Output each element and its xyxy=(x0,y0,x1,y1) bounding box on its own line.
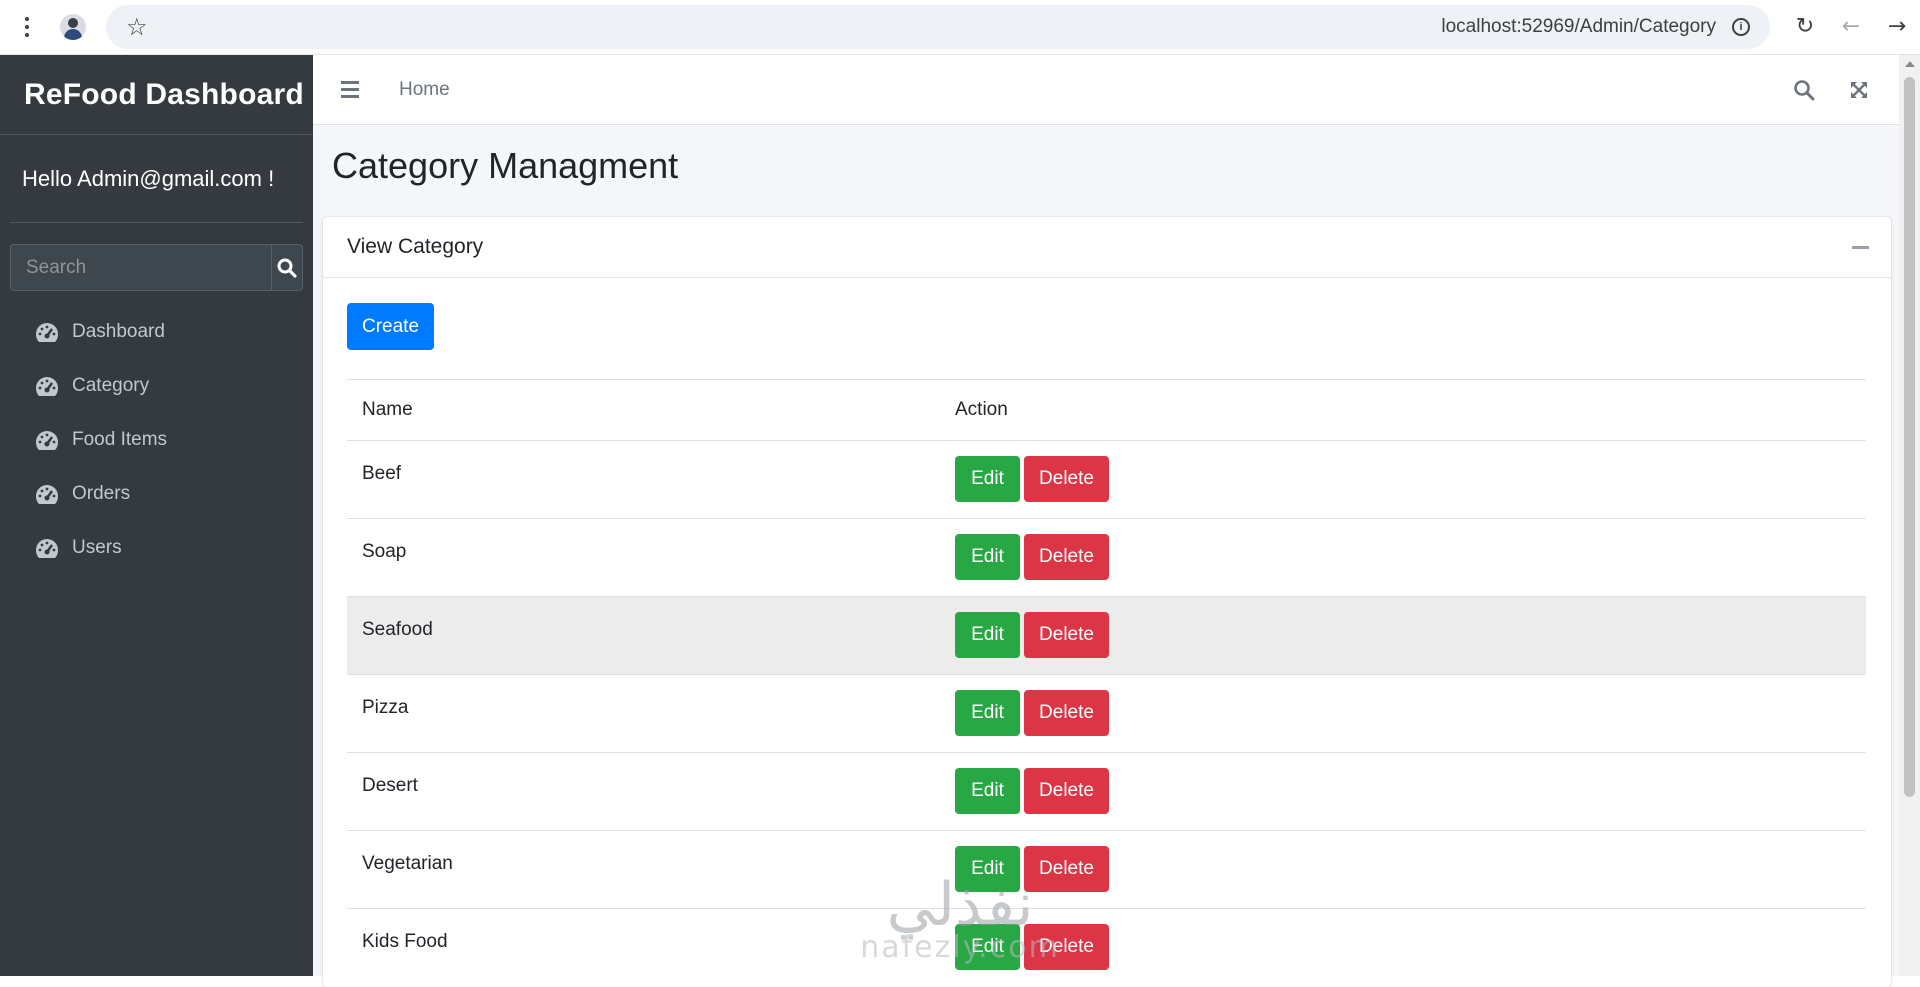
category-name: Desert xyxy=(362,775,418,796)
delete-button[interactable]: Delete xyxy=(1024,768,1109,814)
table-row: Vegetarian Edit Delete xyxy=(347,830,1866,909)
category-table: Name Action Beef Edit Delete Soap Edit Del… xyxy=(347,379,1866,987)
delete-button[interactable]: Delete xyxy=(1024,924,1109,970)
sidebar-item-dashboard[interactable]: Dashboard xyxy=(0,305,313,359)
delete-button[interactable]: Delete xyxy=(1024,534,1109,580)
sidebar: ReFood Dashboard Hello Admin@gmail.com !… xyxy=(0,55,313,976)
hamburger-menu-icon[interactable] xyxy=(341,81,359,98)
brand[interactable]: ReFood Dashboard xyxy=(0,55,313,135)
browser-toolbar: ☆ localhost:52969/Admin/Category i ↻ ← → xyxy=(0,0,1920,55)
brand-title: ReFood Dashboard xyxy=(24,77,304,111)
table-header-row: Name Action xyxy=(347,379,1866,441)
url-text[interactable]: localhost:52969/Admin/Category xyxy=(1441,16,1716,38)
table-row: Pizza Edit Delete xyxy=(347,674,1866,753)
create-button[interactable]: Create xyxy=(347,303,434,350)
bookmark-star-icon[interactable]: ☆ xyxy=(126,15,148,39)
sidebar-item-label: Dashboard xyxy=(72,321,165,342)
table-row: Beef Edit Delete xyxy=(347,440,1866,519)
address-bar[interactable]: ☆ localhost:52969/Admin/Category i xyxy=(106,5,1770,49)
user-panel: Hello Admin@gmail.com ! xyxy=(10,135,303,223)
sidebar-item-food-items[interactable]: Food Items xyxy=(0,413,313,467)
edit-button[interactable]: Edit xyxy=(955,456,1020,502)
category-name: Kids Food xyxy=(362,931,448,952)
table-row: Soap Edit Delete xyxy=(347,518,1866,597)
gauge-icon xyxy=(36,485,58,504)
forward-arrow-icon[interactable]: → xyxy=(1884,10,1910,44)
card-title: View Category xyxy=(347,235,484,258)
category-name: Beef xyxy=(362,463,402,484)
collapse-minus-icon[interactable] xyxy=(1852,245,1869,249)
nav-home-link[interactable]: Home xyxy=(399,79,450,101)
menu-kebab-icon[interactable] xyxy=(12,17,42,37)
category-name: Seafood xyxy=(362,619,433,640)
edit-button[interactable]: Edit xyxy=(955,846,1020,892)
sidebar-item-users[interactable]: Users xyxy=(0,521,313,575)
card-header: View Category xyxy=(323,217,1891,278)
scroll-thumb[interactable] xyxy=(1904,77,1915,797)
category-name: Soap xyxy=(362,541,407,562)
search-icon xyxy=(277,258,297,278)
category-name: Vegetarian xyxy=(362,853,453,874)
sidebar-search-input[interactable] xyxy=(10,244,271,291)
edit-button[interactable]: Edit xyxy=(955,768,1020,814)
table-row: Kids Food Edit Delete xyxy=(347,908,1866,987)
delete-button[interactable]: Delete xyxy=(1024,612,1109,658)
edit-button[interactable]: Edit xyxy=(955,612,1020,658)
delete-button[interactable]: Delete xyxy=(1024,690,1109,736)
gauge-icon xyxy=(36,377,58,396)
sidebar-item-category[interactable]: Category xyxy=(0,359,313,413)
sidebar-search-button[interactable] xyxy=(271,244,303,291)
sidebar-item-orders[interactable]: Orders xyxy=(0,467,313,521)
gauge-icon xyxy=(36,431,58,450)
profile-avatar[interactable] xyxy=(60,14,86,40)
content-wrapper: Category Managment View Category Create … xyxy=(313,125,1899,987)
sidebar-nav: Dashboard Category Food Items Orders Use… xyxy=(0,305,313,575)
table-row: Desert Edit Delete xyxy=(347,752,1866,831)
edit-button[interactable]: Edit xyxy=(955,690,1020,736)
page-scrollbar[interactable] xyxy=(1899,55,1920,976)
scroll-up-arrow-icon[interactable] xyxy=(1905,61,1915,67)
reload-icon[interactable]: ↻ xyxy=(1792,10,1818,44)
sidebar-item-label: Category xyxy=(72,375,150,396)
site-info-icon[interactable]: i xyxy=(1732,18,1750,36)
delete-button[interactable]: Delete xyxy=(1024,846,1109,892)
user-greeting: Hello Admin@gmail.com ! xyxy=(22,165,275,191)
delete-button[interactable]: Delete xyxy=(1024,456,1109,502)
card-body: Create Name Action Beef EditDelete Soap xyxy=(323,278,1891,987)
sidebar-item-label: Users xyxy=(72,537,122,558)
header-name: Name xyxy=(362,399,413,420)
category-name: Pizza xyxy=(362,697,409,718)
top-navbar: Home xyxy=(313,55,1899,125)
fullscreen-icon[interactable] xyxy=(1849,80,1869,100)
page-title: Category Managment xyxy=(332,145,679,186)
sidebar-item-label: Food Items xyxy=(72,429,168,450)
gauge-icon xyxy=(36,323,58,342)
category-card: View Category Create Name Action Beef Ed… xyxy=(323,217,1891,987)
header-action: Action xyxy=(955,399,1008,420)
search-icon[interactable] xyxy=(1793,79,1815,101)
sidebar-item-label: Orders xyxy=(72,483,131,504)
table-row-hovered: Seafood Edit Delete xyxy=(347,596,1866,675)
gauge-icon xyxy=(36,539,58,558)
sidebar-search xyxy=(10,244,303,291)
edit-button[interactable]: Edit xyxy=(955,924,1020,970)
edit-button[interactable]: Edit xyxy=(955,534,1020,580)
back-arrow-icon[interactable]: ← xyxy=(1838,10,1864,44)
